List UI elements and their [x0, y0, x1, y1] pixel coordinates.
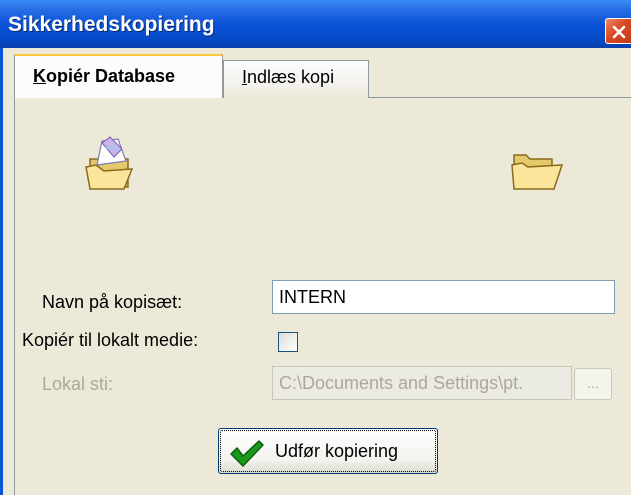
folder-open-icon [511, 154, 564, 190]
tab-kopier-database[interactable]: Kopiér Database [14, 54, 223, 98]
local-path-label: Lokal sti: [42, 374, 114, 394]
window-title: Sikkerhedskopiering [8, 13, 215, 36]
copy-local-label: Kopiér til lokalt medie: [22, 330, 199, 350]
run-backup-label: Udfør kopiering [275, 441, 399, 461]
browse-button[interactable]: ... [574, 368, 612, 400]
folder-open-document-icon [85, 136, 134, 190]
checkmark-icon [230, 440, 264, 467]
backup-name-label: Navn på kopisæt: [42, 292, 183, 312]
close-icon [612, 25, 626, 39]
tab-indlaes-kopi[interactable]: Indlæs kopi [223, 60, 369, 98]
tab-label: Kopiér Database [33, 66, 176, 86]
run-backup-button[interactable]: Udfør kopiering [218, 428, 438, 474]
backup-dialog: Sikkerhedskopiering Kopiér Database Indl… [0, 0, 631, 495]
window-frame [0, 48, 3, 495]
tab-label: Indlæs kopi [242, 67, 335, 87]
title-bar[interactable]: Sikkerhedskopiering [0, 0, 631, 48]
copy-local-checkbox[interactable] [278, 332, 298, 352]
close-button[interactable] [605, 18, 631, 44]
backup-name-input[interactable]: INTERN [272, 280, 615, 314]
local-path-input[interactable]: C:\Documents and Settings\pt. [272, 366, 572, 400]
